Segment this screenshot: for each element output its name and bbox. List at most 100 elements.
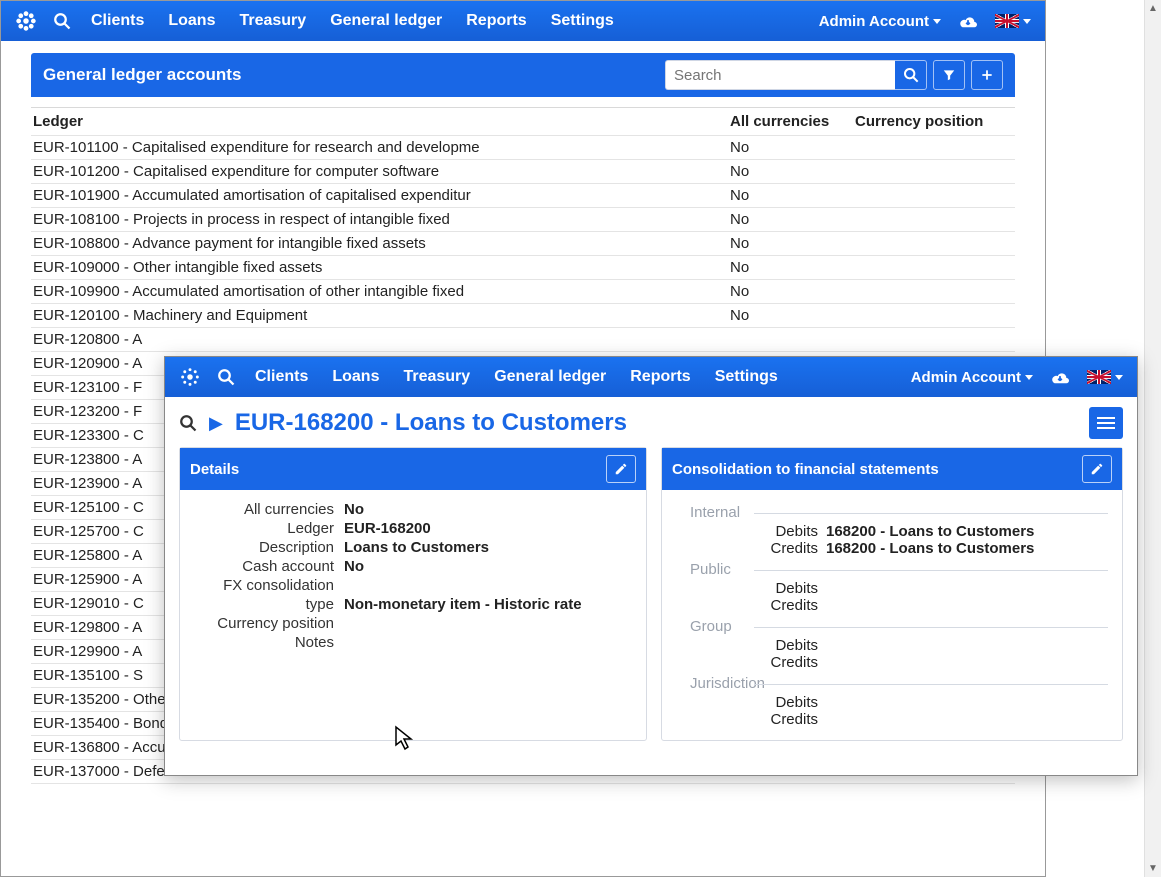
details-card-title: Details [190, 461, 239, 478]
cell-ledger: EUR-101200 - Capitalised expenditure for… [31, 163, 730, 180]
cell-all-currencies: No [730, 187, 855, 204]
brand-icon[interactable] [179, 366, 201, 388]
table-row[interactable]: EUR-101900 - Accumulated amortisation of… [31, 184, 1015, 208]
cell-ledger: EUR-120100 - Machinery and Equipment [31, 307, 730, 324]
search-icon[interactable] [211, 364, 241, 390]
edit-details-button[interactable] [606, 455, 636, 483]
cell-ledger: EUR-101100 - Capitalised expenditure for… [31, 139, 730, 156]
cloud-download-icon[interactable] [951, 8, 985, 34]
nav-settings[interactable]: Settings [541, 6, 624, 36]
lbl-ledger: Ledger [194, 520, 344, 537]
scroll-down-arrow[interactable]: ▼ [1145, 860, 1161, 877]
val-fx-type: Non-monetary item - Historic rate [344, 596, 632, 613]
val-notes [344, 634, 632, 651]
cell-ledger: EUR-109000 - Other intangible fixed asse… [31, 259, 730, 276]
edit-consolidation-button[interactable] [1082, 455, 1112, 483]
uk-flag-icon [995, 14, 1019, 28]
brand-icon[interactable] [15, 10, 37, 32]
account-dropdown[interactable]: Admin Account [905, 363, 1039, 392]
consolidation-group-label: Jurisdiction [676, 675, 1108, 692]
nav-treasury[interactable]: Treasury [229, 6, 316, 36]
gl-panel: General ledger accounts [31, 53, 1015, 97]
val-currency-position [344, 615, 632, 632]
language-flag-dropdown[interactable] [1081, 366, 1129, 388]
val-cash-account: No [344, 558, 632, 575]
consolidation-group-label: Internal [676, 504, 1108, 521]
panel-title: General ledger accounts [43, 65, 665, 85]
table-row[interactable]: EUR-109900 - Accumulated amortisation of… [31, 280, 1015, 304]
lbl-credits: Credits [676, 654, 826, 671]
consolidation-group-label: Public [676, 561, 1108, 578]
breadcrumb: ▶ EUR-168200 - Loans to Customers [165, 397, 1137, 447]
scroll-up-arrow[interactable]: ▲ [1145, 0, 1161, 17]
val-ledger: EUR-168200 [344, 520, 632, 537]
cell-all-currencies: No [730, 211, 855, 228]
nav-treasury[interactable]: Treasury [393, 362, 480, 392]
cell-ledger: EUR-109900 - Accumulated amortisation of… [31, 283, 730, 300]
table-row[interactable]: EUR-120100 - Machinery and EquipmentNo [31, 304, 1015, 328]
account-dropdown[interactable]: Admin Account [813, 7, 947, 36]
nav-clients[interactable]: Clients [245, 362, 318, 392]
search-icon[interactable] [47, 8, 77, 34]
nav-settings[interactable]: Settings [705, 362, 788, 392]
consolidation-group-label: Group [676, 618, 1108, 635]
page-scrollbar[interactable]: ▲ ▼ [1144, 0, 1161, 877]
lbl-credits: Credits [676, 711, 826, 728]
nav-loans[interactable]: Loans [322, 362, 389, 392]
table-row[interactable]: EUR-101100 - Capitalised expenditure for… [31, 136, 1015, 160]
table-row[interactable]: EUR-101200 - Capitalised expenditure for… [31, 160, 1015, 184]
overlay-navbar: Clients Loans Treasury General ledger Re… [165, 357, 1137, 397]
uk-flag-icon [1087, 370, 1111, 384]
nav-general-ledger[interactable]: General ledger [320, 6, 452, 36]
search-input[interactable] [665, 60, 895, 90]
menu-button[interactable] [1089, 407, 1123, 439]
col-header-currency-position[interactable]: Currency position [855, 113, 1015, 130]
val-debits: 168200 - Loans to Customers [826, 523, 1034, 540]
add-button[interactable] [971, 60, 1003, 90]
lbl-cash-account: Cash account [194, 558, 344, 575]
col-header-ledger[interactable]: Ledger [31, 113, 730, 130]
table-header: Ledger All currencies Currency position [31, 108, 1015, 136]
table-row[interactable]: EUR-120800 - A [31, 328, 1015, 352]
cell-all-currencies: No [730, 259, 855, 276]
lbl-fx-consolidation: FX consolidation [194, 577, 344, 594]
details-card: Details All currenciesNo LedgerEUR-16820… [179, 447, 647, 741]
consolidation-card: Consolidation to financial statements In… [661, 447, 1123, 741]
cell-ledger: EUR-108800 - Advance payment for intangi… [31, 235, 730, 252]
nav-loans[interactable]: Loans [158, 6, 225, 36]
breadcrumb-search-icon[interactable] [179, 414, 197, 432]
search-button[interactable] [895, 60, 927, 90]
lbl-credits: Credits [676, 540, 826, 557]
lbl-notes: Notes [194, 634, 344, 651]
search-box [665, 60, 927, 90]
cloud-download-icon[interactable] [1043, 364, 1077, 390]
main-navbar: Clients Loans Treasury General ledger Re… [1, 1, 1045, 41]
filter-button[interactable] [933, 60, 965, 90]
language-flag-dropdown[interactable] [989, 10, 1037, 32]
lbl-debits: Debits [676, 694, 826, 711]
nav-clients[interactable]: Clients [81, 6, 154, 36]
cell-all-currencies: No [730, 139, 855, 156]
val-credits: 168200 - Loans to Customers [826, 540, 1034, 557]
lbl-debits: Debits [676, 637, 826, 654]
table-row[interactable]: EUR-108100 - Projects in process in resp… [31, 208, 1015, 232]
cell-all-currencies: No [730, 283, 855, 300]
page-title: EUR-168200 - Loans to Customers [235, 409, 627, 437]
cell-ledger: EUR-120800 - A [31, 331, 730, 348]
cell-ledger: EUR-101900 - Accumulated amortisation of… [31, 187, 730, 204]
detail-window: Clients Loans Treasury General ledger Re… [164, 356, 1138, 776]
table-row[interactable]: EUR-109000 - Other intangible fixed asse… [31, 256, 1015, 280]
lbl-credits: Credits [676, 597, 826, 614]
val-all-currencies: No [344, 501, 632, 518]
nav-reports[interactable]: Reports [620, 362, 700, 392]
lbl-currency-position: Currency position [194, 615, 344, 632]
table-row[interactable]: EUR-108800 - Advance payment for intangi… [31, 232, 1015, 256]
cell-all-currencies: No [730, 163, 855, 180]
cell-all-currencies: No [730, 235, 855, 252]
lbl-debits: Debits [676, 523, 826, 540]
col-header-all-currencies[interactable]: All currencies [730, 113, 855, 130]
nav-general-ledger[interactable]: General ledger [484, 362, 616, 392]
lbl-debits: Debits [676, 580, 826, 597]
lbl-description: Description [194, 539, 344, 556]
nav-reports[interactable]: Reports [456, 6, 536, 36]
